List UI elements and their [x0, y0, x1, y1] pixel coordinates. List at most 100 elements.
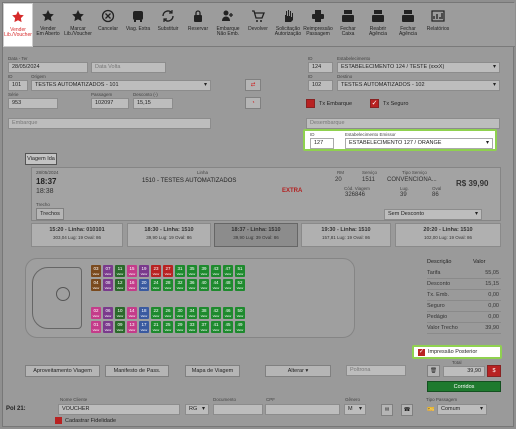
seat-29[interactable]: 29 Valor [175, 321, 185, 333]
seat-05[interactable]: 05 Valor [103, 321, 113, 333]
toolbar-button-3[interactable]: Cancelar [93, 3, 123, 47]
cpf-field[interactable] [265, 404, 340, 415]
seat-30[interactable]: 30 Valor [175, 307, 185, 319]
desembarque-field[interactable]: Desembarque [306, 118, 500, 129]
alterar-button[interactable]: Alterar ▾ [265, 365, 331, 377]
seat-37[interactable]: 37 Valor [199, 321, 209, 333]
seat-03[interactable]: 03 Valor [91, 265, 101, 277]
destino-id-field[interactable]: 102 [308, 80, 333, 91]
origem-id-field[interactable]: 101 [8, 80, 28, 91]
seat-52[interactable]: 52 Valor [235, 279, 245, 291]
toolbar-button-6[interactable]: Reservar [183, 3, 213, 47]
serie-field[interactable]: 953 [8, 98, 58, 109]
estab-select[interactable]: ESTABELECIMENTO 124 / TESTE (xxxX) [337, 62, 500, 73]
passagem-field[interactable]: 102097 [91, 98, 129, 109]
seat-21[interactable]: 21 Valor [151, 321, 161, 333]
seat-13[interactable]: 13 Valor [127, 321, 137, 333]
swap-button[interactable]: ⇄ [245, 79, 261, 91]
trash-icon[interactable]: 🗑 [427, 365, 440, 377]
seat-50[interactable]: 50 Valor [235, 307, 245, 319]
phone-icon[interactable]: ☎ [401, 404, 413, 416]
seat-01[interactable]: 01 Valor [91, 321, 101, 333]
seat-04[interactable]: 04 Valor [91, 279, 101, 291]
trip-option[interactable]: 18:37 - Linha: 1510 39,90 Lug: 39 Oval: 8… [214, 223, 298, 247]
seat-08[interactable]: 08 Valor [103, 279, 113, 291]
seat-51[interactable]: 51 Valor [235, 265, 245, 277]
seat-27[interactable]: 27 Valor [163, 265, 173, 277]
seat-17[interactable]: 17 Valor [139, 321, 149, 333]
toolbar-button-2[interactable]: Marcar Lib./Voucher [63, 3, 93, 47]
estab-id-field[interactable]: 124 [308, 62, 333, 73]
seat-43[interactable]: 43 Valor [211, 265, 221, 277]
toolbar-button-0[interactable]: Vender Lib./Voucher [3, 3, 33, 47]
seat-22[interactable]: 22 Valor [151, 307, 161, 319]
emissor-id-field[interactable]: 127 [310, 138, 334, 149]
trip-option[interactable]: 19:30 - Linha: 1510 157,81 Lug: 19 Oval: … [301, 223, 391, 247]
seat-14[interactable]: 14 Valor [127, 307, 137, 319]
seat-32[interactable]: 32 Valor [175, 279, 185, 291]
seat-41[interactable]: 41 Valor [211, 321, 221, 333]
seat-10[interactable]: 10 Valor [115, 307, 125, 319]
seat-07[interactable]: 07 Valor [103, 265, 113, 277]
seat-23[interactable]: 23 Valor [151, 265, 161, 277]
seat-09[interactable]: 09 Valor [115, 321, 125, 333]
aproveitamento-button[interactable]: Aproveitamento Viagem [25, 365, 100, 377]
toolbar-button-12[interactable]: Reabrir Agência [363, 3, 393, 47]
data-volta-field[interactable]: Data Volta [91, 62, 166, 73]
toolbar-button-13[interactable]: Fechar Agência [393, 3, 423, 47]
trip-option[interactable]: 18:30 - Linha: 1510 39,90 Lug: 19 Oval: 8… [127, 223, 211, 247]
poltrona-field[interactable]: Poltrona [346, 365, 406, 376]
toolbar-button-1[interactable]: Vender Em Aberto [33, 3, 63, 47]
seat-15[interactable]: 15 Valor [127, 265, 137, 277]
documento-field[interactable] [213, 404, 263, 415]
doc-type-select[interactable]: RG [185, 404, 209, 415]
data-field[interactable]: 28/05/2024 [8, 62, 88, 73]
seat-20[interactable]: 20 Valor [139, 279, 149, 291]
seat-16[interactable]: 16 Valor [127, 279, 137, 291]
trip-option[interactable]: 20:20 - Linha: 1510 102,00 Lug: 19 Oval: … [395, 223, 501, 247]
embarque-field[interactable]: Embarque [8, 118, 211, 129]
desconto-field[interactable]: 15,15 [133, 98, 173, 109]
origem-select[interactable]: TESTES AUTOMATIZADOS - 101 [31, 80, 211, 91]
seat-31[interactable]: 31 Valor [175, 265, 185, 277]
seat-34[interactable]: 34 Valor [187, 307, 197, 319]
seat-42[interactable]: 42 Valor [211, 307, 221, 319]
toolbar-button-10[interactable]: Reimpressão Passagem [303, 3, 333, 47]
seat-45[interactable]: 45 Valor [223, 321, 233, 333]
tipo-passagem-select[interactable]: Comum [437, 404, 487, 415]
tx-embarque-checkbox[interactable] [306, 99, 315, 108]
confirm-button[interactable]: Corridos [427, 381, 501, 392]
pay-button[interactable]: $ [487, 365, 501, 377]
seat-06[interactable]: 06 Valor [103, 307, 113, 319]
seat-40[interactable]: 40 Valor [199, 279, 209, 291]
seat-19[interactable]: 19 Valor [139, 265, 149, 277]
genero-select[interactable]: M [344, 404, 366, 415]
impressao-checkbox[interactable]: ✓ [418, 349, 425, 356]
seat-24[interactable]: 24 Valor [151, 279, 161, 291]
seat-46[interactable]: 46 Valor [223, 307, 233, 319]
seat-18[interactable]: 18 Valor [139, 307, 149, 319]
nome-field[interactable]: VOUCHER [58, 404, 180, 415]
seat-38[interactable]: 38 Valor [199, 307, 209, 319]
manifesto-button[interactable]: Manifesto de Pass. [105, 365, 169, 377]
tx-seguro-checkbox[interactable]: ✓ [370, 99, 379, 108]
seat-35[interactable]: 35 Valor [187, 265, 197, 277]
toolbar-button-7[interactable]: Embarque Não Emb. [213, 3, 243, 47]
seat-49[interactable]: 49 Valor [235, 321, 245, 333]
seat-36[interactable]: 36 Valor [187, 279, 197, 291]
seat-39[interactable]: 39 Valor [199, 265, 209, 277]
cadastrar-checkbox[interactable] [55, 417, 62, 424]
destino-select[interactable]: TESTES AUTOMATIZADOS - 102 [337, 80, 500, 91]
trip-option[interactable]: 15:20 - Linha: 010101 303,04 Lug: 19 Oval… [31, 223, 123, 247]
trechos-button[interactable]: Trechos [36, 208, 64, 220]
toolbar-button-14[interactable]: Relatórios [423, 3, 453, 47]
seat-02[interactable]: 02 Valor [91, 307, 101, 319]
tab-viagem-ida[interactable]: Viagem Ida [25, 153, 57, 165]
toolbar-button-4[interactable]: Viag. Extra [123, 3, 153, 47]
seat-47[interactable]: 47 Valor [223, 265, 233, 277]
seat-12[interactable]: 12 Valor [115, 279, 125, 291]
toolbar-button-9[interactable]: Solicitação Autorização [273, 3, 303, 47]
seat-26[interactable]: 26 Valor [163, 307, 173, 319]
seat-28[interactable]: 28 Valor [163, 279, 173, 291]
toolbar-button-11[interactable]: Fechar Caixa [333, 3, 363, 47]
